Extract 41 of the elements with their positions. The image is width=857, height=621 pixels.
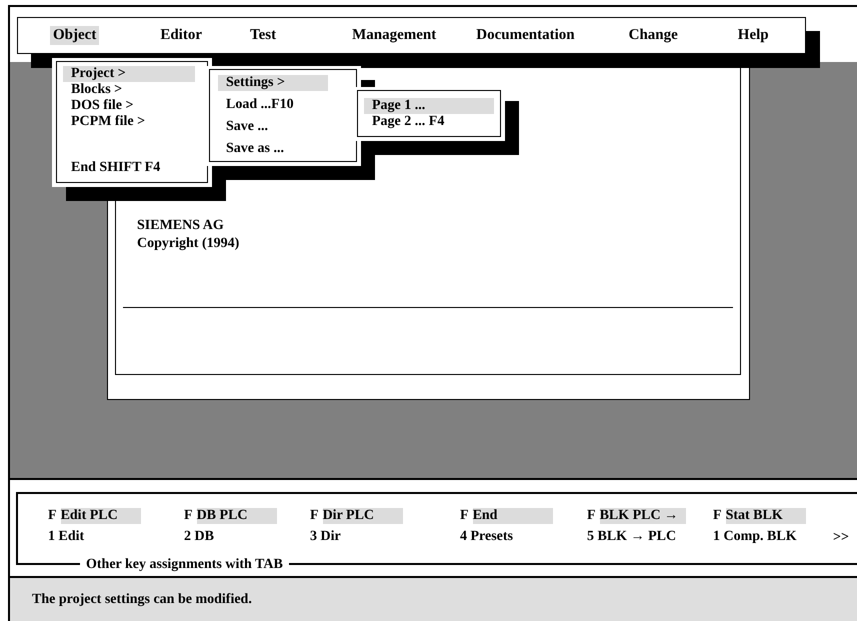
function-key[interactable]: Dir PLC (322, 508, 403, 524)
function-key[interactable]: 2 DB (184, 529, 310, 545)
status-message: The project settings can be modified. (10, 576, 857, 621)
menu-item[interactable]: Settings > (218, 75, 328, 91)
menu-item[interactable]: Save as ... (218, 141, 328, 157)
key-prefix: F (587, 508, 596, 524)
menu-title[interactable]: Change (626, 26, 681, 45)
function-key[interactable]: End (472, 508, 553, 524)
function-key[interactable]: 1 Edit (48, 529, 184, 545)
function-key[interactable]: Edit PLC (60, 508, 141, 524)
key-prefix: F (184, 508, 193, 524)
menu-title[interactable]: Management (349, 26, 440, 45)
panel-legend: Other key assignments with TAB (80, 557, 289, 573)
key-prefix: F (48, 508, 57, 524)
more-keys[interactable]: >> (833, 530, 849, 546)
menu-item[interactable]: Save ... (218, 119, 328, 135)
function-key[interactable]: 1 Comp. BLK (713, 529, 833, 545)
key-prefix: F (310, 508, 319, 524)
menu-item[interactable]: Page 1 ... (364, 98, 494, 114)
info-text: Copyright (1994) (137, 235, 240, 253)
key-prefix: F (460, 508, 469, 524)
menu-item[interactable]: Page 2 ... F4 (364, 114, 494, 130)
menu-title[interactable]: Object (50, 26, 100, 45)
menu-item[interactable]: Project > (63, 66, 195, 82)
key-prefix: F (713, 508, 722, 524)
function-key[interactable]: 3 Dir (310, 529, 460, 545)
menu-title[interactable]: Test (247, 26, 280, 45)
menu-item[interactable]: DOS file > (63, 98, 195, 114)
info-text: SIEMENS AG (137, 217, 225, 235)
function-key[interactable]: BLK PLC → (600, 508, 686, 524)
menu-item[interactable]: End SHIFT F4 (63, 160, 195, 176)
function-key[interactable]: 5 BLK → PLC (587, 529, 713, 545)
menu-item[interactable]: Load ...F10 (218, 97, 328, 113)
menu-title[interactable]: Editor (157, 26, 205, 45)
function-key[interactable]: Stat BLK (726, 508, 806, 524)
function-key[interactable]: 4 Presets (460, 529, 587, 545)
function-key[interactable]: DB PLC (196, 508, 277, 524)
menu-title[interactable]: Help (734, 26, 772, 45)
menu-item[interactable]: PCPM file > (63, 114, 195, 130)
menu-item[interactable]: Blocks > (63, 82, 195, 98)
menu-title[interactable]: Documentation (473, 26, 578, 45)
